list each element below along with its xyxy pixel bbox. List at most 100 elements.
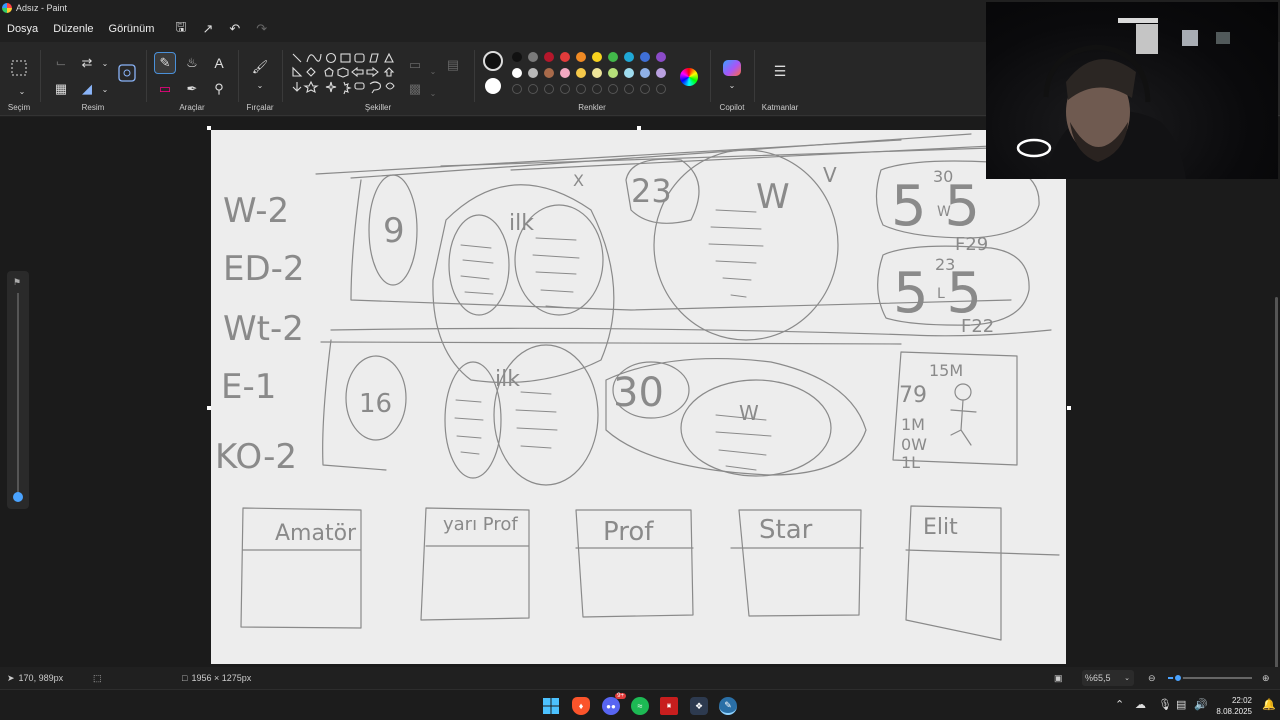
brush-size-slider[interactable]: ⚑ bbox=[7, 271, 29, 509]
group-label-colors: Renkler bbox=[578, 103, 606, 112]
webcam-feed bbox=[1016, 18, 1230, 179]
hatch-lines bbox=[515, 391, 558, 449]
color-swatch[interactable] bbox=[560, 52, 570, 62]
select-rect-icon[interactable] bbox=[7, 56, 31, 80]
onedrive-icon[interactable]: ☁ bbox=[1135, 698, 1146, 711]
shape-fill-dropdown-icon[interactable]: ⌄ bbox=[422, 82, 444, 104]
canvas-handle[interactable] bbox=[207, 126, 211, 130]
custom-color-slot[interactable] bbox=[512, 84, 522, 94]
zoom-slider-knob[interactable] bbox=[1173, 673, 1184, 683]
redo-icon[interactable]: ↷ bbox=[256, 21, 267, 37]
zoom-out-icon[interactable]: ⊖ bbox=[1148, 673, 1156, 684]
custom-color-slot[interactable] bbox=[640, 84, 650, 94]
notification-icon[interactable]: 🔔 bbox=[1262, 698, 1276, 711]
color-swatch[interactable] bbox=[512, 52, 522, 62]
custom-color-slot[interactable] bbox=[560, 84, 570, 94]
copilot-dropdown-icon[interactable]: ⌄ bbox=[721, 74, 743, 96]
vertical-scrollbar[interactable] bbox=[1275, 297, 1278, 720]
color-swatch[interactable] bbox=[576, 68, 586, 78]
color-swatch[interactable] bbox=[608, 52, 618, 62]
status-bar: ➤ 170, 989px ⬚ □ 1956 × 1275px ▣ %65,5 ⌄… bbox=[0, 667, 1280, 689]
share-icon[interactable]: ↗ bbox=[202, 21, 213, 37]
separator bbox=[146, 50, 147, 102]
selection-dropdown-icon[interactable]: ⌄ bbox=[11, 80, 33, 102]
microphone-icon[interactable]: 🎙 bbox=[1158, 698, 1172, 711]
spotify-icon[interactable]: ≈ bbox=[631, 697, 649, 715]
color-swatch[interactable] bbox=[592, 68, 602, 78]
custom-color-slot[interactable] bbox=[608, 84, 618, 94]
image-select-icon[interactable]: ▦ bbox=[50, 78, 72, 100]
menu-view[interactable]: Görünüm bbox=[109, 23, 155, 35]
canvas-handle[interactable] bbox=[207, 406, 211, 410]
undo-icon[interactable]: ↶ bbox=[229, 21, 240, 37]
shapes-gallery[interactable] bbox=[290, 50, 400, 96]
hatch-lines bbox=[532, 237, 580, 309]
secondary-color[interactable] bbox=[485, 78, 501, 94]
slider-knob[interactable] bbox=[13, 492, 23, 502]
volume-icon[interactable]: 🔊 bbox=[1194, 698, 1208, 711]
utility-app-icon[interactable]: ❖ bbox=[690, 697, 708, 715]
custom-color-slot[interactable] bbox=[528, 84, 538, 94]
rotate-dropdown-icon[interactable]: ⌄ bbox=[94, 78, 116, 100]
color-swatch[interactable] bbox=[608, 68, 618, 78]
discord-icon[interactable]: ●● 9+ bbox=[602, 693, 626, 715]
info-15m: 15M bbox=[929, 361, 963, 380]
shape-size-icon[interactable]: ▤ bbox=[442, 54, 464, 76]
zoom-slider[interactable] bbox=[1168, 673, 1252, 683]
color-swatch[interactable] bbox=[624, 68, 634, 78]
menu-file[interactable]: Dosya bbox=[7, 23, 38, 35]
color-swatch[interactable] bbox=[624, 52, 634, 62]
color-swatch[interactable] bbox=[656, 68, 666, 78]
fill-bucket-icon[interactable]: ♨ bbox=[181, 52, 203, 74]
clock-date: 8.08.2025 bbox=[1216, 707, 1252, 716]
color-swatch[interactable] bbox=[528, 68, 538, 78]
zoom-in-icon[interactable]: ⊕ bbox=[1262, 673, 1270, 684]
text-tool-icon[interactable]: A bbox=[208, 52, 230, 74]
custom-color-slot[interactable] bbox=[592, 84, 602, 94]
color-swatch[interactable] bbox=[512, 68, 522, 78]
media-app-icon[interactable]: ▣ bbox=[660, 697, 678, 715]
color-swatch[interactable] bbox=[528, 52, 538, 62]
custom-color-slot[interactable] bbox=[544, 84, 554, 94]
box5-bottom-bottom: F22 bbox=[961, 316, 994, 337]
menu-edit[interactable]: Düzenle bbox=[53, 23, 93, 35]
magnifier-icon[interactable]: ⚲ bbox=[208, 78, 230, 100]
pencil-icon[interactable]: ✎ bbox=[154, 52, 176, 74]
color-swatch[interactable] bbox=[640, 68, 650, 78]
color-swatch[interactable] bbox=[560, 68, 570, 78]
canvas-handle[interactable] bbox=[637, 126, 641, 130]
crop-icon[interactable]: ⌙ bbox=[50, 52, 72, 74]
color-swatch[interactable] bbox=[544, 68, 554, 78]
clock[interactable]: 22:02 8.08.2025 bbox=[1216, 695, 1252, 717]
custom-color-slot[interactable] bbox=[656, 84, 666, 94]
row-label-1: ED-2 bbox=[223, 249, 305, 289]
separator bbox=[282, 50, 283, 102]
zoom-level-dropdown[interactable]: %65,5 ⌄ bbox=[1082, 670, 1134, 686]
brave-browser-icon[interactable]: ♦ bbox=[572, 697, 590, 715]
image-background-icon[interactable] bbox=[116, 62, 138, 84]
layers-icon[interactable]: ☰ bbox=[769, 60, 791, 82]
brush-dropdown-icon[interactable]: ⌄ bbox=[249, 74, 271, 96]
resize-dropdown-icon[interactable]: ⌄ bbox=[94, 52, 116, 74]
stick-figure-body bbox=[950, 399, 977, 446]
edit-colors-icon[interactable] bbox=[680, 68, 698, 86]
color-swatch[interactable] bbox=[544, 52, 554, 62]
color-swatch[interactable] bbox=[592, 52, 602, 62]
drawing-canvas[interactable]: W-2 ED-2 Wt-2 E-1 KO-2 9 16 23 30 ilk il… bbox=[211, 130, 1066, 664]
save-icon[interactable]: 🖫 bbox=[175, 18, 186, 40]
custom-color-slot[interactable] bbox=[624, 84, 634, 94]
color-swatch[interactable] bbox=[576, 52, 586, 62]
color-swatch[interactable] bbox=[640, 52, 650, 62]
eraser-icon[interactable]: ▭ bbox=[154, 78, 176, 100]
windows-start-icon[interactable] bbox=[542, 697, 560, 715]
custom-color-slot[interactable] bbox=[576, 84, 586, 94]
tray-overflow-icon[interactable]: ⌃ bbox=[1115, 698, 1124, 711]
primary-color[interactable] bbox=[483, 51, 503, 71]
network-icon[interactable]: ▤ bbox=[1176, 698, 1186, 711]
paint-taskbar-icon[interactable]: ✎ bbox=[719, 697, 737, 715]
canvas-handle[interactable] bbox=[1067, 406, 1071, 410]
color-picker-icon[interactable]: ✒ bbox=[181, 78, 203, 100]
fit-to-window-icon[interactable]: ▣ bbox=[1054, 673, 1063, 684]
info-79: 79 bbox=[899, 383, 927, 408]
color-swatch[interactable] bbox=[656, 52, 666, 62]
